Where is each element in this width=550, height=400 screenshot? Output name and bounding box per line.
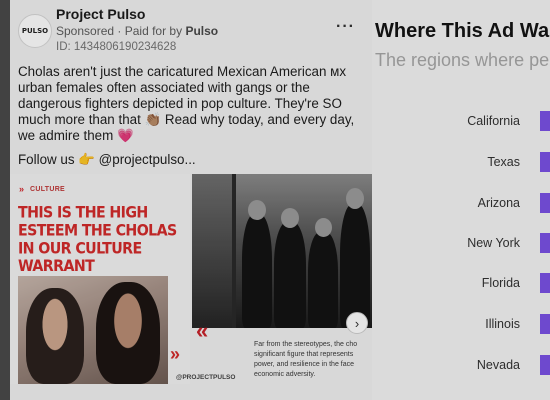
portrait-figure bbox=[96, 282, 160, 384]
region-row: California bbox=[372, 111, 550, 133]
ad-body-text: Cholas aren't just the caricatured Mexic… bbox=[18, 64, 355, 143]
panel-title: Where This Ad Wa bbox=[375, 20, 550, 42]
group-photo bbox=[236, 174, 372, 328]
regions-panel: Where This Ad Wa The regions where pe Ca… bbox=[372, 0, 550, 400]
payer-name: Pulso bbox=[185, 24, 219, 38]
region-bar bbox=[540, 314, 550, 334]
region-label: Arizona bbox=[477, 196, 520, 210]
photo-figure-head bbox=[315, 218, 332, 237]
region-label: Illinois bbox=[485, 317, 520, 331]
region-bar bbox=[540, 355, 550, 375]
double-chevron-icon: » bbox=[170, 344, 180, 364]
ad-id: ID: 1434806190234628 bbox=[56, 41, 177, 53]
region-row: New York bbox=[372, 233, 550, 255]
carousel-card-2[interactable] bbox=[192, 174, 372, 328]
paid-for-label: · Paid for by bbox=[117, 24, 183, 38]
advertiser-avatar[interactable]: PULSO bbox=[18, 14, 52, 48]
region-bar bbox=[540, 233, 550, 253]
region-bar bbox=[540, 111, 550, 131]
advertiser-name[interactable]: Project Pulso bbox=[56, 6, 145, 22]
region-row: Florida bbox=[372, 273, 550, 295]
card-headline: THIS IS THE HIGH ESTEEM THE CHOLAS IN OU… bbox=[18, 204, 177, 276]
region-bar bbox=[540, 273, 550, 293]
photo-figure-head bbox=[248, 200, 266, 220]
pulso-mark-icon: » bbox=[19, 184, 25, 194]
carousel-next-button[interactable]: › bbox=[346, 312, 368, 334]
sponsored-line: Sponsored · Paid for by Pulso bbox=[56, 24, 218, 38]
card-caption: Far from the stereotypes, the cho signif… bbox=[254, 341, 358, 378]
culture-tag: CULTURE bbox=[30, 186, 66, 193]
region-row: Illinois bbox=[372, 314, 550, 336]
region-bar bbox=[540, 193, 550, 213]
photo-figure bbox=[308, 232, 338, 328]
photo-figure bbox=[274, 222, 306, 328]
more-options-icon[interactable]: ··· bbox=[336, 18, 355, 36]
card-handle: @PROJECTPULSO bbox=[176, 374, 236, 381]
follow-line[interactable]: Follow us 👉 @projectpulso... bbox=[18, 152, 196, 168]
photo-figure bbox=[340, 204, 370, 328]
image-carousel[interactable]: » CULTURE THIS IS THE HIGH ESTEEM THE CH… bbox=[10, 174, 372, 384]
panel-subtitle: The regions where pe bbox=[375, 50, 550, 70]
portrait-figure bbox=[26, 288, 84, 384]
carousel-card-1[interactable]: » CULTURE THIS IS THE HIGH ESTEEM THE CH… bbox=[10, 174, 235, 384]
double-chevron-left-icon: « bbox=[196, 318, 209, 343]
region-row: Nevada bbox=[372, 355, 550, 377]
group-photo-left bbox=[192, 174, 232, 328]
sponsored-label: Sponsored bbox=[56, 24, 115, 38]
region-label: Florida bbox=[481, 276, 520, 290]
photo-figure-head bbox=[346, 188, 364, 209]
region-label: California bbox=[467, 114, 520, 128]
region-row: Texas bbox=[372, 152, 550, 174]
photo-figure-head bbox=[281, 208, 299, 228]
ad-header: PULSO Project Pulso Sponsored · Paid for… bbox=[10, 0, 372, 58]
region-label: Texas bbox=[487, 155, 520, 169]
region-bar bbox=[540, 152, 550, 172]
region-label: Nevada bbox=[476, 358, 520, 372]
region-row: Arizona bbox=[372, 193, 550, 215]
ad-card: PULSO Project Pulso Sponsored · Paid for… bbox=[10, 0, 372, 400]
region-label: New York bbox=[467, 236, 520, 250]
photo-figure bbox=[242, 214, 272, 328]
portrait-photo bbox=[18, 276, 168, 384]
